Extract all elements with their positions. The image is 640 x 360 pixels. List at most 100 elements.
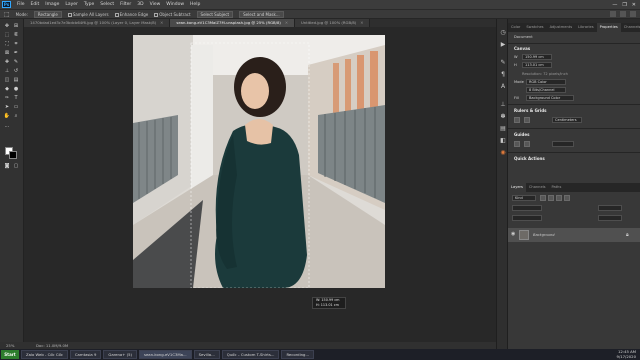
glyphs-icon[interactable]: ✽	[499, 113, 507, 121]
rectangle-tool-icon[interactable]: ▭	[12, 104, 20, 111]
clone-stamp-tool-icon[interactable]: ⊥	[3, 68, 11, 75]
menu-filter[interactable]: Filter	[117, 2, 134, 7]
libraries-icon[interactable]: ▤	[499, 125, 507, 133]
eye-icon[interactable]: ◉	[511, 231, 515, 237]
object-selection-tool-icon[interactable]: ⬚	[4, 11, 10, 18]
close-tab-icon[interactable]: ✕	[160, 20, 163, 25]
navigator-icon[interactable]: ◧	[499, 137, 507, 145]
healing-brush-tool-icon[interactable]: ✚	[3, 59, 11, 66]
ruler-unit-select[interactable]: Centimeters	[552, 117, 582, 123]
type-tool-icon[interactable]: T	[12, 95, 20, 102]
start-button[interactable]: Start	[1, 350, 19, 359]
object-selection-tool-icon[interactable]: ⛶	[3, 41, 11, 48]
ruler-icon[interactable]	[514, 117, 520, 123]
lasso-tool-icon[interactable]: ᓬ	[12, 32, 20, 39]
filter-shape-icon[interactable]	[564, 195, 570, 201]
path-selection-tool-icon[interactable]: ➤	[3, 104, 11, 111]
select-subject-button[interactable]: Select Subject	[196, 10, 234, 18]
guides-visibility-icon[interactable]	[524, 141, 530, 147]
document-tab-active[interactable]: sean-kong-eV1C3MaiZ7M-unsplash.jpg @ 25%…	[170, 19, 296, 27]
restore-icon[interactable]: ❐	[622, 2, 626, 8]
object-subtract-checkbox[interactable]: Object Subtract	[154, 12, 191, 17]
guides-color-select[interactable]	[552, 141, 574, 147]
sample-all-layers-checkbox[interactable]: Sample All Layers	[67, 12, 109, 17]
blur-tool-icon[interactable]: ◆	[3, 86, 11, 93]
artboard-tool-icon[interactable]: ⊞	[12, 23, 20, 30]
tab-color[interactable]: Color	[508, 23, 523, 32]
actions-icon[interactable]: ▶	[499, 41, 507, 49]
close-icon[interactable]: ✕	[632, 2, 636, 8]
screen-mode-icon[interactable]: ▢	[12, 163, 20, 170]
opacity-field[interactable]	[598, 205, 622, 211]
more-tools-icon[interactable]: ⋯	[3, 124, 11, 131]
filter-adjustment-icon[interactable]	[548, 195, 554, 201]
filter-pixel-icon[interactable]	[540, 195, 546, 201]
menu-3d[interactable]: 3D	[134, 2, 146, 7]
zoom-level[interactable]: 25%	[6, 342, 14, 349]
timeline-icon[interactable]: ◉	[499, 149, 507, 157]
workspace-icon[interactable]	[620, 11, 626, 17]
move-tool-icon[interactable]: ✥	[3, 23, 11, 30]
document-tab[interactable]: 1470bdad1ed3c7e3bdcb64f6.jpg @ 100% (Lay…	[24, 19, 171, 27]
quick-mask-icon[interactable]: ◙	[3, 163, 11, 170]
close-tab-icon[interactable]: ✕	[360, 20, 363, 25]
tab-adjustments[interactable]: Adjustments	[547, 23, 576, 32]
guides-icon[interactable]	[514, 141, 520, 147]
select-and-mask-button[interactable]: Select and Mask...	[239, 10, 284, 18]
canvas-area[interactable]: W: 150.99 cm H: 113.01 cm	[24, 27, 496, 342]
lock-options[interactable]	[512, 215, 542, 221]
brush-tool-icon[interactable]: ✎	[12, 59, 20, 66]
enhance-edge-checkbox[interactable]: Enhance Edge	[114, 12, 148, 17]
tab-swatches[interactable]: Swatches	[523, 23, 546, 32]
tab-libraries[interactable]: Libraries	[575, 23, 597, 32]
crop-tool-icon[interactable]: ⌗	[12, 41, 20, 48]
eyedropper-tool-icon[interactable]: ✒	[12, 50, 20, 57]
search-icon[interactable]	[610, 11, 616, 17]
gradient-tool-icon[interactable]: ▤	[12, 77, 20, 84]
fill-field[interactable]	[598, 215, 622, 221]
paragraph-icon[interactable]: ¶	[499, 71, 507, 79]
minimize-icon[interactable]: —	[612, 2, 617, 8]
menu-file[interactable]: File	[14, 2, 28, 7]
width-field[interactable]: 150.99 cm	[522, 54, 552, 60]
dodge-tool-icon[interactable]: ●	[12, 86, 20, 93]
document-tab[interactable]: Untitled.jpg @ 100% (RGB/8) ✕	[295, 19, 371, 27]
tab-channels[interactable]: Channels	[621, 23, 640, 32]
history-brush-tool-icon[interactable]: ↺	[12, 68, 20, 75]
height-field[interactable]: 113.01 cm	[522, 62, 552, 68]
share-icon[interactable]	[630, 11, 636, 17]
tab-properties[interactable]: Properties	[596, 23, 621, 32]
mode-select[interactable]: Rectangle	[33, 10, 62, 18]
frame-tool-icon[interactable]: ⊠	[3, 50, 11, 57]
menu-help[interactable]: Help	[187, 2, 203, 7]
filter-type-icon[interactable]	[556, 195, 562, 201]
taskbar-item[interactable]: Quốc – Custom T-Shirts...	[221, 350, 280, 359]
system-clock[interactable]: 12:45 AM 9/17/2020	[617, 349, 640, 359]
taskbar-item[interactable]: Sevilla...	[193, 350, 220, 359]
hand-tool-icon[interactable]: ✋	[3, 113, 11, 120]
tab-channels[interactable]: Channels	[526, 183, 549, 192]
taskbar-item[interactable]: Recording...	[281, 350, 315, 359]
blend-mode-select[interactable]	[512, 205, 542, 211]
character-icon[interactable]: A	[499, 83, 507, 91]
menu-image[interactable]: Image	[42, 2, 62, 7]
menu-view[interactable]: View	[147, 2, 164, 7]
pen-tool-icon[interactable]: ✑	[3, 95, 11, 102]
menu-layer[interactable]: Layer	[62, 2, 81, 7]
taskbar-item[interactable]: Garena+ (5)	[103, 350, 137, 359]
close-tab-icon[interactable]: ✕	[285, 20, 288, 25]
menu-window[interactable]: Window	[163, 2, 187, 7]
marquee-tool-icon[interactable]: ⬚	[3, 32, 11, 39]
eraser-tool-icon[interactable]: ◫	[3, 77, 11, 84]
grid-icon[interactable]	[524, 117, 530, 123]
depth-select[interactable]: 8 Bits/Channel	[526, 87, 566, 93]
zoom-tool-icon[interactable]: ⌕	[12, 113, 20, 120]
mode-select[interactable]: RGB Color	[526, 79, 566, 85]
taskbar-item[interactable]: Zalo Web - Cốc Cốc	[21, 350, 68, 359]
layer-filter-select[interactable]: Kind	[512, 195, 536, 201]
history-icon[interactable]: ◷	[499, 29, 507, 37]
menu-type[interactable]: Type	[81, 2, 97, 7]
taskbar-item-active[interactable]: sean-kong-eV1C3Ma...	[138, 350, 192, 359]
tab-paths[interactable]: Paths	[549, 183, 565, 192]
document-canvas[interactable]	[133, 35, 385, 288]
